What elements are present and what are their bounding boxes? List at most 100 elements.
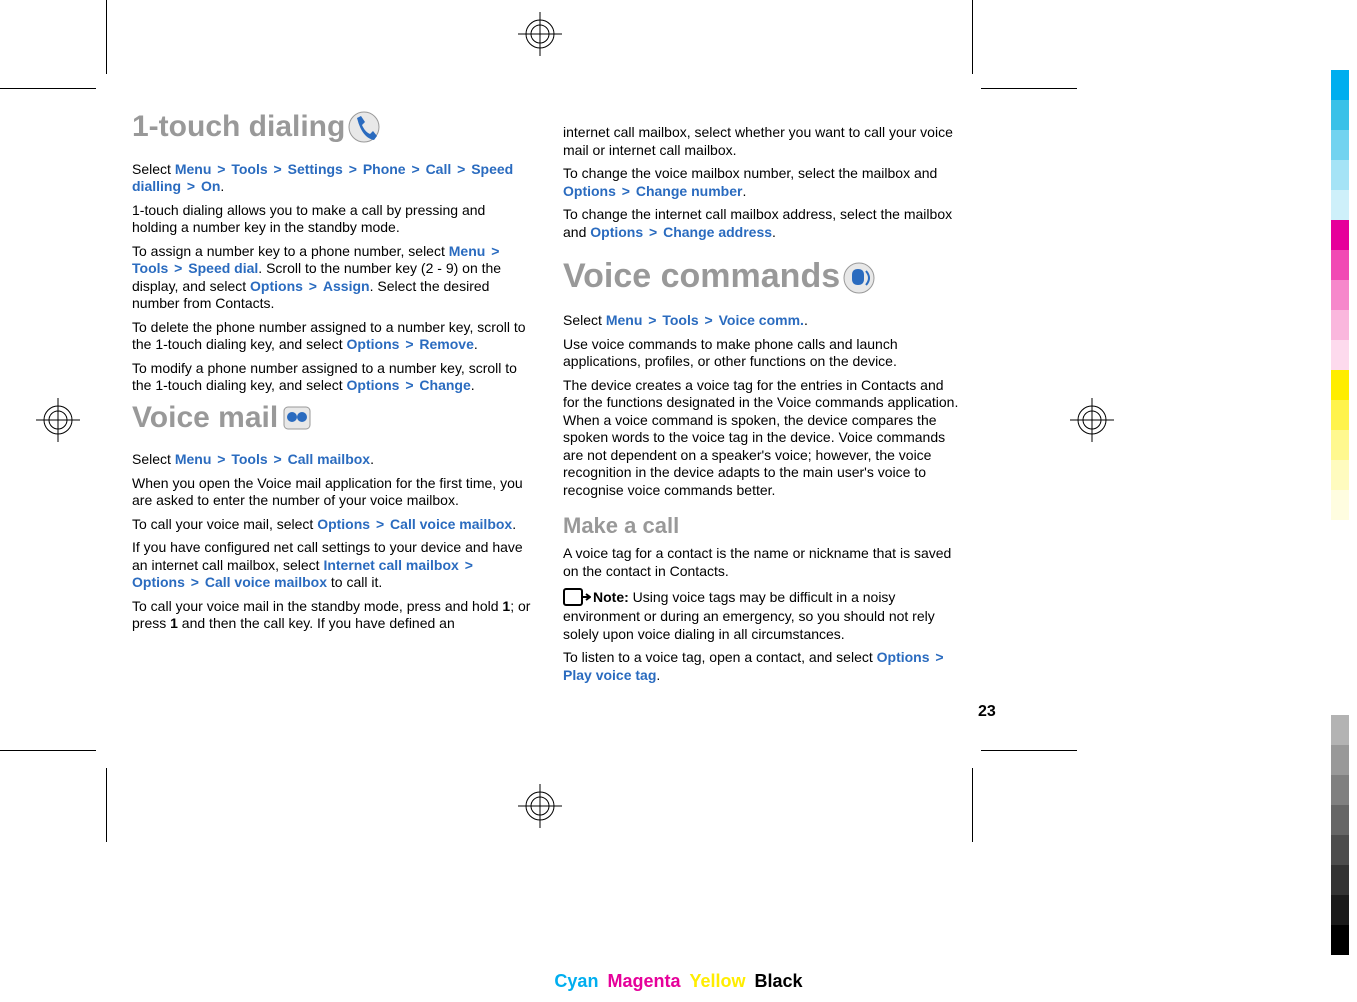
- text: .: [370, 451, 374, 467]
- menu-link: Menu: [606, 312, 643, 328]
- paragraph: 1-touch dialing allows you to make a cal…: [132, 202, 531, 237]
- menu-link: Remove: [419, 336, 473, 352]
- caret-icon: >: [699, 312, 719, 328]
- note-label: Note:: [593, 589, 633, 605]
- voicemail-icon: [280, 401, 314, 435]
- paragraph: To delete the phone number assigned to a…: [132, 319, 531, 354]
- text: To change the voice mailbox number, sele…: [563, 165, 937, 181]
- menu-link: Assign: [323, 278, 370, 294]
- menu-link: Options: [347, 377, 400, 393]
- menu-link: Menu: [175, 161, 212, 177]
- text: Select: [132, 161, 175, 177]
- paragraph: Select Menu > Tools > Settings > Phone >…: [132, 161, 531, 196]
- caret-icon: >: [616, 183, 636, 199]
- crop-mark: [981, 88, 1077, 89]
- caret-icon: >: [211, 161, 231, 177]
- paragraph: Select Menu > Tools > Call mailbox.: [132, 451, 531, 469]
- caret-icon: >: [399, 336, 419, 352]
- paragraph: To listen to a voice tag, open a contact…: [563, 649, 962, 684]
- heading-text: Voice commands: [563, 257, 840, 295]
- menu-link: Options: [317, 516, 370, 532]
- menu-link: Options: [347, 336, 400, 352]
- menu-link: Call voice mailbox: [205, 574, 327, 590]
- text: to call it.: [327, 574, 382, 590]
- yellow-label: Yellow: [687, 971, 747, 991]
- menu-link: Settings: [288, 161, 343, 177]
- text: To listen to a voice tag, open a contact…: [563, 649, 877, 665]
- caret-icon: >: [399, 377, 419, 393]
- menu-link: Menu: [175, 451, 212, 467]
- text: To call your voice mail, select: [132, 516, 317, 532]
- phone-icon: [347, 110, 381, 144]
- crop-mark: [106, 768, 107, 842]
- paragraph: Note: Using voice tags may be difficult …: [563, 586, 962, 643]
- paragraph: To call your voice mail, select Options …: [132, 516, 531, 534]
- caret-icon: >: [268, 451, 288, 467]
- paragraph: To call your voice mail in the standby m…: [132, 598, 531, 633]
- text: To call your voice mail in the standby m…: [132, 598, 502, 614]
- left-column: 1-touch dialing Select Menu > Tools > Se…: [132, 110, 531, 730]
- caret-icon: >: [343, 161, 363, 177]
- menu-link: Tools: [231, 451, 267, 467]
- paragraph: Select Menu > Tools > Voice comm..: [563, 312, 962, 330]
- caret-icon: >: [303, 278, 323, 294]
- caret-icon: >: [930, 649, 946, 665]
- paragraph: To modify a phone number assigned to a n…: [132, 360, 531, 395]
- menu-link: Options: [590, 224, 643, 240]
- text: Select: [563, 312, 606, 328]
- text: .: [804, 312, 808, 328]
- menu-link: Options: [250, 278, 303, 294]
- caret-icon: >: [451, 161, 471, 177]
- caret-icon: >: [370, 516, 390, 532]
- cyan-label: Cyan: [552, 971, 600, 991]
- text: and then the call key. If you have defin…: [178, 615, 455, 631]
- note-icon: [563, 586, 591, 608]
- menu-link: Options: [132, 574, 185, 590]
- menu-link: Tools: [132, 260, 168, 276]
- text: To assign a number key to a phone number…: [132, 243, 449, 259]
- menu-link: On: [201, 178, 220, 194]
- menu-link: Change address: [663, 224, 772, 240]
- heading-voice-commands: Voice commands: [563, 257, 876, 296]
- menu-link: Internet call mailbox: [323, 557, 458, 573]
- menu-link: Play voice tag: [563, 667, 656, 683]
- paragraph: internet call mailbox, select whether yo…: [563, 124, 962, 159]
- paragraph: If you have configured net call settings…: [132, 539, 531, 592]
- crop-mark: [972, 768, 973, 842]
- paragraph: To assign a number key to a phone number…: [132, 243, 531, 313]
- caret-icon: >: [485, 243, 501, 259]
- paragraph: A voice tag for a contact is the name or…: [563, 545, 962, 580]
- menu-link: Change number: [636, 183, 743, 199]
- key-1: 1: [170, 615, 178, 631]
- menu-link: Call: [426, 161, 452, 177]
- menu-link: Speed dial: [188, 260, 258, 276]
- caret-icon: >: [268, 161, 288, 177]
- caret-icon: >: [211, 451, 231, 467]
- black-label: Black: [753, 971, 805, 991]
- menu-link: Options: [563, 183, 616, 199]
- registration-mark: [36, 398, 80, 442]
- heading-text: 1-touch dialing: [132, 110, 345, 143]
- caret-icon: >: [185, 574, 205, 590]
- heading-text: Voice mail: [132, 401, 278, 434]
- crop-mark: [106, 0, 107, 74]
- registration-mark: [1070, 398, 1114, 442]
- paragraph: Use voice commands to make phone calls a…: [563, 336, 962, 371]
- caret-icon: >: [406, 161, 426, 177]
- registration-mark: [518, 12, 562, 56]
- gray-calibration-strip: [1331, 715, 1349, 955]
- crop-mark: [972, 0, 973, 74]
- caret-icon: >: [642, 312, 662, 328]
- menu-link: Options: [877, 649, 930, 665]
- page-content: 1-touch dialing Select Menu > Tools > Se…: [132, 110, 962, 730]
- menu-link: Tools: [662, 312, 698, 328]
- registration-mark: [518, 784, 562, 828]
- voice-command-icon: [842, 261, 876, 295]
- menu-link: Menu: [449, 243, 486, 259]
- text: .: [772, 224, 776, 240]
- crop-mark: [0, 750, 96, 751]
- caret-icon: >: [459, 557, 475, 573]
- paragraph: To change the voice mailbox number, sele…: [563, 165, 962, 200]
- text: .: [512, 516, 516, 532]
- crop-mark: [0, 88, 96, 89]
